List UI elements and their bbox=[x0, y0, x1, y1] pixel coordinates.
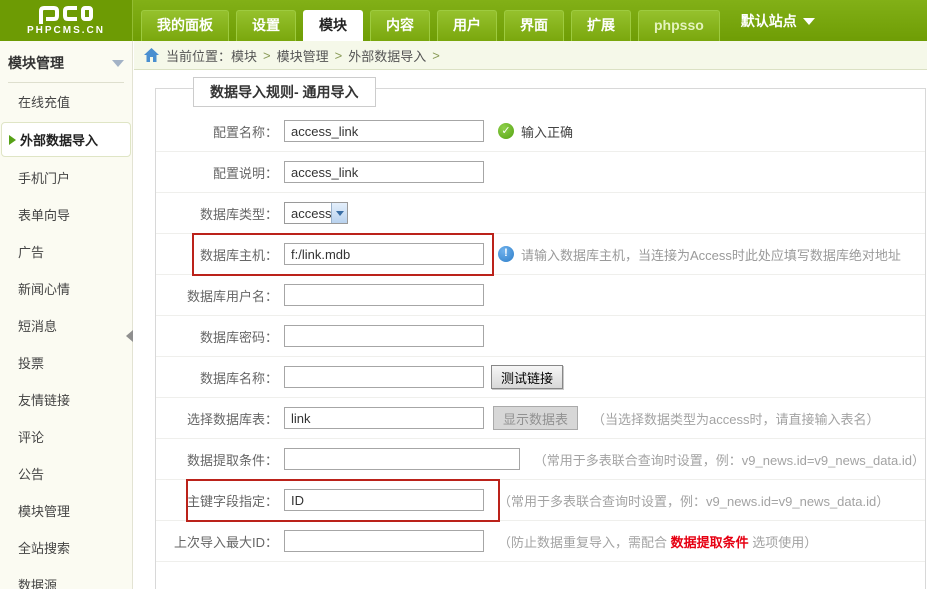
db-type-select[interactable]: access bbox=[284, 202, 348, 224]
info-icon: ! bbox=[498, 246, 514, 262]
nav-tab-dashboard[interactable]: 我的面板 bbox=[141, 10, 229, 41]
panel-tab-title: 数据导入规则- 通用导入 bbox=[193, 77, 376, 107]
db-table-label: 选择数据库表： bbox=[156, 409, 278, 428]
db-user-label: 数据库用户名： bbox=[156, 286, 278, 305]
note-text: （防止数据重复导入，需配合 bbox=[498, 535, 671, 550]
sidebar-item-friend-links[interactable]: 友情链接 bbox=[0, 381, 132, 418]
form-panel: 数据导入规则- 通用导入 配置名称： ✓ 输入正确 配置说明： 数据库类型： bbox=[155, 88, 926, 589]
form-row-primary-key: 主键字段指定： （常用于多表联合查询时设置，例：v9_news.id=v9_ne… bbox=[156, 480, 925, 521]
config-name-status: 输入正确 bbox=[521, 122, 573, 141]
data-condition-note: （常用于多表联合查询时设置，例：v9_news.id=v9_news_data.… bbox=[534, 450, 925, 469]
db-host-label: 数据库主机： bbox=[156, 245, 278, 264]
test-connection-button[interactable]: 测试链接 bbox=[491, 365, 563, 389]
logo-text: PHPCMS.CN bbox=[27, 25, 105, 36]
nav-tab-extensions[interactable]: 扩展 bbox=[571, 10, 631, 41]
collapse-section-icon[interactable] bbox=[112, 60, 124, 67]
top-header: PHPCMS.CN 我的面板 设置 模块 内容 用户 界面 扩展 phpsso … bbox=[0, 0, 927, 41]
config-name-input[interactable] bbox=[284, 120, 484, 142]
nav-tab-interface[interactable]: 界面 bbox=[504, 10, 564, 41]
main-nav: 我的面板 设置 模块 内容 用户 界面 扩展 phpsso 默认站点 bbox=[141, 10, 927, 41]
breadcrumb: 当前位置： 模块 > 模块管理 > 外部数据导入 > bbox=[134, 41, 927, 70]
sidebar-section-title: 模块管理 bbox=[8, 53, 64, 73]
last-max-id-input[interactable] bbox=[284, 530, 484, 552]
breadcrumb-prefix: 当前位置： bbox=[166, 46, 231, 65]
sidebar-collapse-icon[interactable] bbox=[126, 330, 133, 342]
breadcrumb-separator: > bbox=[335, 48, 343, 63]
sidebar-item-site-search[interactable]: 全站搜索 bbox=[0, 529, 132, 566]
db-type-label: 数据库类型： bbox=[156, 204, 278, 223]
form-row-db-user: 数据库用户名： bbox=[156, 275, 925, 316]
sidebar-item-mobile-portal[interactable]: 手机门户 bbox=[0, 159, 132, 196]
sidebar-item-ads[interactable]: 广告 bbox=[0, 233, 132, 270]
show-tables-button[interactable]: 显示数据表 bbox=[493, 406, 578, 430]
chevron-down-icon bbox=[803, 18, 815, 25]
phpcms-admin-page: PHPCMS.CN 我的面板 设置 模块 内容 用户 界面 扩展 phpsso … bbox=[0, 0, 927, 589]
form-row-config-name: 配置名称： ✓ 输入正确 bbox=[156, 111, 925, 152]
sidebar-item-short-message[interactable]: 短消息 bbox=[0, 307, 132, 344]
primary-key-note: （常用于多表联合查询时设置，例：v9_news.id=v9_news_data.… bbox=[498, 491, 889, 510]
check-success-icon: ✓ bbox=[498, 123, 514, 139]
db-host-input[interactable] bbox=[284, 243, 484, 265]
db-table-input[interactable] bbox=[284, 407, 484, 429]
last-max-id-label: 上次导入最大ID： bbox=[156, 532, 278, 551]
db-host-hint: 请输入数据库主机，当连接为Access时此处应填写数据库绝对地址 bbox=[521, 245, 901, 264]
main-content: 数据导入规则- 通用导入 配置名称： ✓ 输入正确 配置说明： 数据库类型： bbox=[134, 70, 927, 589]
nav-tab-settings[interactable]: 设置 bbox=[236, 10, 296, 41]
config-desc-label: 配置说明： bbox=[156, 163, 278, 182]
breadcrumb-crumb-module-management[interactable]: 模块管理 bbox=[277, 46, 329, 65]
primary-key-label: 主键字段指定： bbox=[156, 491, 278, 510]
db-type-selected-value: access bbox=[285, 206, 331, 221]
home-icon[interactable] bbox=[144, 48, 159, 62]
sidebar-item-form-wizard[interactable]: 表单向导 bbox=[0, 196, 132, 233]
sidebar-item-online-recharge[interactable]: 在线充值 bbox=[0, 83, 132, 120]
form-row-db-password: 数据库密码： bbox=[156, 316, 925, 357]
sidebar-section-header[interactable]: 模块管理 bbox=[8, 53, 124, 83]
form-row-config-desc: 配置说明： bbox=[156, 152, 925, 193]
data-condition-link[interactable]: 数据提取条件 bbox=[671, 535, 749, 550]
note-text: 选项使用） bbox=[749, 535, 818, 550]
import-rule-form: 配置名称： ✓ 输入正确 配置说明： 数据库类型： access bbox=[156, 111, 925, 562]
sidebar-item-news-mood[interactable]: 新闻心情 bbox=[0, 270, 132, 307]
form-row-db-table: 选择数据库表： 显示数据表 （当选择数据类型为access时，请直接输入表名） bbox=[156, 398, 925, 439]
site-selector-label: 默认站点 bbox=[741, 11, 797, 31]
sidebar-item-external-data-import[interactable]: 外部数据导入 bbox=[1, 122, 131, 157]
db-user-input[interactable] bbox=[284, 284, 484, 306]
form-row-db-name: 数据库名称： 测试链接 bbox=[156, 357, 925, 398]
nav-tab-users[interactable]: 用户 bbox=[437, 10, 497, 41]
breadcrumb-separator: > bbox=[263, 48, 271, 63]
phpcms-logo[interactable]: PHPCMS.CN bbox=[0, 0, 133, 41]
data-condition-input[interactable] bbox=[284, 448, 520, 470]
config-desc-input[interactable] bbox=[284, 161, 484, 183]
primary-key-input[interactable] bbox=[284, 489, 484, 511]
db-name-label: 数据库名称： bbox=[156, 368, 278, 387]
sidebar-item-module-management[interactable]: 模块管理 bbox=[0, 492, 132, 529]
nav-tab-phpsso[interactable]: phpsso bbox=[638, 10, 720, 41]
nav-tab-modules[interactable]: 模块 bbox=[303, 10, 363, 41]
form-row-db-host: 数据库主机： ! 请输入数据库主机，当连接为Access时此处应填写数据库绝对地… bbox=[156, 234, 925, 275]
sidebar-item-label: 外部数据导入 bbox=[20, 130, 98, 149]
sidebar-item-comments[interactable]: 评论 bbox=[0, 418, 132, 455]
active-arrow-icon bbox=[9, 135, 16, 145]
db-table-note: （当选择数据类型为access时，请直接输入表名） bbox=[592, 409, 879, 428]
sidebar-item-announcement[interactable]: 公告 bbox=[0, 455, 132, 492]
db-name-input[interactable] bbox=[284, 366, 484, 388]
breadcrumb-crumb-external-data-import[interactable]: 外部数据导入 bbox=[348, 46, 426, 65]
db-password-input[interactable] bbox=[284, 325, 484, 347]
config-name-label: 配置名称： bbox=[156, 122, 278, 141]
site-selector[interactable]: 默认站点 bbox=[741, 11, 815, 31]
sidebar-item-vote[interactable]: 投票 bbox=[0, 344, 132, 381]
sidebar-item-data-source[interactable]: 数据源 bbox=[0, 566, 132, 589]
form-row-data-condition: 数据提取条件： （常用于多表联合查询时设置，例：v9_news.id=v9_ne… bbox=[156, 439, 925, 480]
select-dropdown-icon[interactable] bbox=[331, 203, 347, 223]
form-row-db-type: 数据库类型： access bbox=[156, 193, 925, 234]
nav-tab-content[interactable]: 内容 bbox=[370, 10, 430, 41]
sidebar: 模块管理 在线充值 外部数据导入 手机门户 表单向导 广告 新闻心情 短消息 投… bbox=[0, 41, 133, 589]
phpcms-logo-icon bbox=[37, 6, 95, 24]
breadcrumb-separator: > bbox=[432, 48, 440, 63]
db-password-label: 数据库密码： bbox=[156, 327, 278, 346]
last-max-id-note: （防止数据重复导入，需配合 数据提取条件 选项使用） bbox=[498, 532, 817, 551]
data-condition-label: 数据提取条件： bbox=[156, 450, 278, 469]
breadcrumb-crumb-modules[interactable]: 模块 bbox=[231, 46, 257, 65]
form-row-last-max-id: 上次导入最大ID： （防止数据重复导入，需配合 数据提取条件 选项使用） bbox=[156, 521, 925, 562]
